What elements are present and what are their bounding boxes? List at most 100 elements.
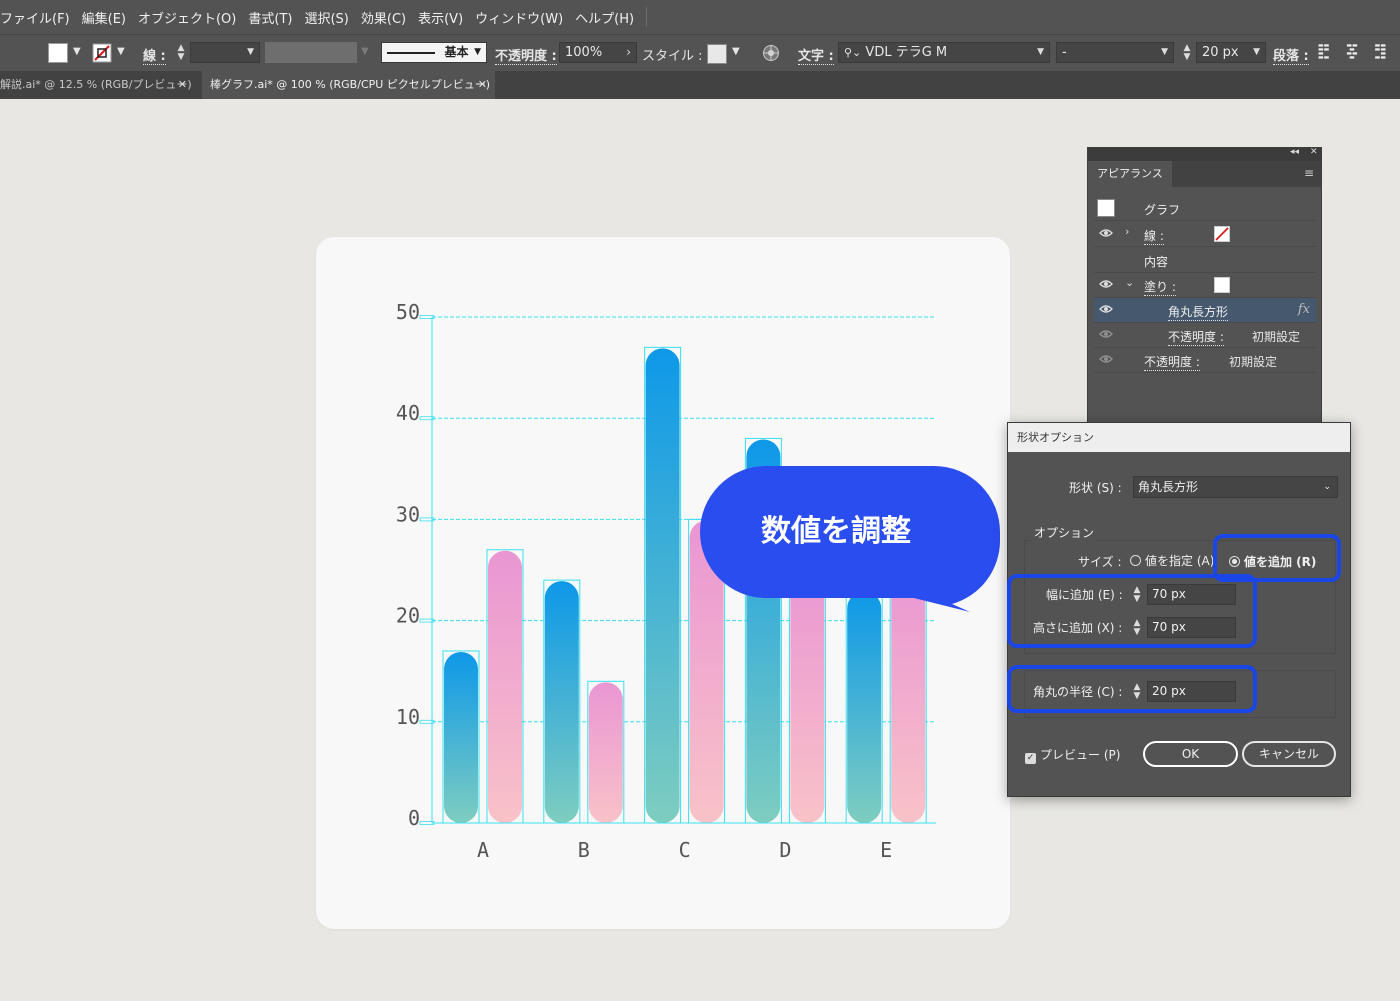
collapse-panel-icon[interactable]: ◂◂ (1290, 147, 1299, 157)
y-tick-label: 0 (408, 806, 420, 830)
style-dropdown-icon[interactable]: ▼ (732, 46, 740, 57)
appearance-row-fill[interactable]: ⌄ 塗り : (1094, 273, 1316, 298)
panel-menu-icon[interactable]: ≡ (1304, 166, 1314, 180)
size-absolute-label: 値を指定 (A) (1145, 554, 1215, 568)
stroke-dropdown-icon[interactable]: ▼ (117, 46, 125, 57)
recolor-artwork-icon[interactable] (762, 44, 780, 62)
chevron-right-icon[interactable]: › (1125, 225, 1129, 238)
font-size-field[interactable]: 20 px ▼ (1196, 42, 1266, 63)
eye-icon[interactable] (1099, 329, 1113, 339)
font-name: VDL テラG M (865, 45, 948, 60)
profile-dropdown-icon: ▼ (361, 46, 369, 57)
preview-checkbox[interactable]: ✓ プレビュー (P) (1025, 746, 1120, 764)
opacity-value: 100% (565, 45, 603, 60)
callout-text: 数値を調整 (761, 514, 911, 549)
character-label[interactable]: 文字 : (798, 45, 834, 65)
fill-swatch[interactable] (1214, 277, 1230, 293)
appearance-row-label[interactable]: 塗り : (1144, 278, 1176, 296)
font-family-dropdown[interactable]: ⚲⌄ VDL テラG M ▼ (838, 42, 1050, 63)
menu-type[interactable]: 書式(T) (242, 8, 298, 27)
document-tab-bar: 解説.ai* @ 12.5 % (RGB/プレビュー) ✕ 棒グラフ.ai* @… (0, 71, 1400, 99)
appearance-tab-header: アピアランス ≡ (1088, 161, 1321, 187)
menu-file[interactable]: ファイル(F) (0, 8, 76, 27)
y-tick-label: 30 (396, 502, 420, 526)
align-center-icon[interactable]: ▬▬ ▬ ▬▬ ▬ (1344, 43, 1360, 61)
eye-icon[interactable] (1099, 354, 1113, 364)
menu-view[interactable]: 表示(V) (412, 8, 469, 27)
close-panel-icon[interactable]: ✕ (1310, 147, 1318, 157)
menu-edit[interactable]: 編集(E) (76, 8, 132, 27)
menu-help[interactable]: ヘルプ(H) (569, 8, 640, 27)
stroke-weight-stepper-icon[interactable]: ▲ ▼ (176, 44, 186, 62)
stroke-none-swatch[interactable] (1214, 226, 1230, 242)
dialog-title[interactable]: 形状オプション (1008, 423, 1350, 452)
stroke-weight-field[interactable]: ▼ (190, 42, 260, 63)
stroke-none-swatch[interactable] (92, 43, 112, 63)
appearance-row-contents[interactable]: 内容 (1094, 248, 1316, 273)
ok-button[interactable]: OK (1143, 741, 1238, 767)
fill-dropdown-icon[interactable]: ▼ (73, 46, 81, 57)
menubar: ファイル(F) 編集(E) オブジェクト(O) 書式(T) 選択(S) 効果(C… (0, 0, 1400, 34)
y-tick-label: 40 (396, 401, 420, 425)
opacity-field[interactable]: 100% › (559, 42, 637, 63)
graphic-style-swatch[interactable] (707, 44, 727, 64)
shape-label: 形状 (S) : (1069, 481, 1122, 495)
appearance-row-label[interactable]: 不透明度 : (1144, 353, 1200, 371)
menu-select[interactable]: 選択(S) (298, 8, 354, 27)
appearance-row-label[interactable]: 線 : (1144, 227, 1164, 245)
tab-document-1[interactable]: 解説.ai* @ 12.5 % (RGB/プレビュー) ✕ (0, 71, 195, 99)
cancel-button[interactable]: キャンセル (1242, 741, 1336, 767)
chevron-down-icon[interactable]: ⌄ (1125, 276, 1134, 289)
bar (588, 682, 623, 823)
shape-dropdown[interactable]: 角丸長方形 ⌄ (1133, 476, 1338, 498)
appearance-row-stroke[interactable]: › 線 : (1094, 222, 1316, 247)
tab-document-2-label: 棒グラフ.ai* @ 100 % (RGB/CPU ピクセルプレビュー) (210, 78, 491, 91)
brush-definition-dropdown[interactable]: 基本 ▼ (381, 42, 487, 63)
effect-fx-icon[interactable]: fx (1298, 302, 1310, 317)
appearance-row-graph[interactable]: グラフ (1094, 196, 1316, 221)
font-style-dropdown[interactable]: - ▼ (1056, 42, 1174, 63)
x-category-label: A (477, 838, 489, 862)
appearance-row-label: グラフ (1144, 203, 1181, 217)
menu-window[interactable]: ウィンドウ(W) (469, 8, 569, 27)
align-left-icon[interactable]: ▬▬ ▬▬ ▬ ▬▬ (1318, 43, 1334, 61)
tab-appearance[interactable]: アピアランス (1088, 161, 1172, 187)
opacity-label[interactable]: 不透明度 : (495, 45, 557, 65)
y-tick-label: 20 (396, 604, 420, 628)
stroke-label[interactable]: 線 : (143, 45, 166, 65)
eye-icon[interactable] (1099, 228, 1113, 238)
align-right-icon[interactable]: ▬▬ ▬▬ ▬ ▬▬ (1370, 43, 1386, 61)
close-icon[interactable]: ✕ (178, 71, 187, 99)
appearance-row-value: 初期設定 (1229, 355, 1278, 369)
eye-icon[interactable] (1099, 279, 1113, 289)
eye-icon[interactable] (1099, 304, 1113, 314)
menu-object[interactable]: オブジェクト(O) (132, 8, 242, 27)
control-bar: ▼ ▼ 線 : ▲ ▼ ▼ ▼ 基本 ▼ 不透明度 : 100% › スタイル : … (0, 34, 1400, 71)
appearance-row-opacity[interactable]: 不透明度 : 初期設定 (1094, 348, 1316, 373)
menu-divider (646, 7, 648, 27)
bar (488, 550, 522, 823)
appearance-row-label[interactable]: 角丸長方形 (1168, 303, 1229, 321)
size-label: サイズ : (1078, 555, 1122, 569)
tab-document-1-label: 解説.ai* @ 12.5 % (RGB/プレビュー) (0, 78, 192, 91)
paragraph-label[interactable]: 段落 : (1273, 45, 1309, 65)
appearance-row-rounded-rectangle[interactable]: 角丸長方形 fx (1094, 298, 1316, 323)
appearance-row-effect-opacity[interactable]: 不透明度 : 初期設定 (1094, 323, 1316, 348)
brush-style-label: 基本 (444, 45, 469, 59)
font-search-icon: ⚲⌄ (844, 46, 862, 59)
style-label[interactable]: スタイル : (642, 45, 703, 64)
variable-width-profile[interactable] (265, 42, 357, 63)
x-category-label: B (578, 838, 590, 862)
font-style-value: - (1062, 45, 1067, 60)
tab-document-2[interactable]: 棒グラフ.ai* @ 100 % (RGB/CPU ピクセルプレビュー) ✕ (202, 71, 495, 99)
y-tick-label: 50 (396, 300, 420, 324)
appearance-panel: ◂◂ ✕ アピアランス ≡ グラフ › 線 : 内容 ⌄ 塗り : 角丸長方形 … (1087, 147, 1322, 429)
appearance-row-label[interactable]: 不透明度 : (1168, 328, 1224, 346)
y-tick-label: 10 (396, 705, 420, 729)
close-icon[interactable]: ✕ (478, 71, 487, 99)
fill-swatch[interactable] (48, 43, 68, 63)
size-absolute-radio[interactable]: 値を指定 (A) (1130, 552, 1214, 569)
appearance-row-label: 内容 (1144, 255, 1169, 269)
font-size-stepper-icon[interactable]: ▲ ▼ (1182, 44, 1192, 62)
menu-effect[interactable]: 効果(C) (355, 8, 412, 27)
